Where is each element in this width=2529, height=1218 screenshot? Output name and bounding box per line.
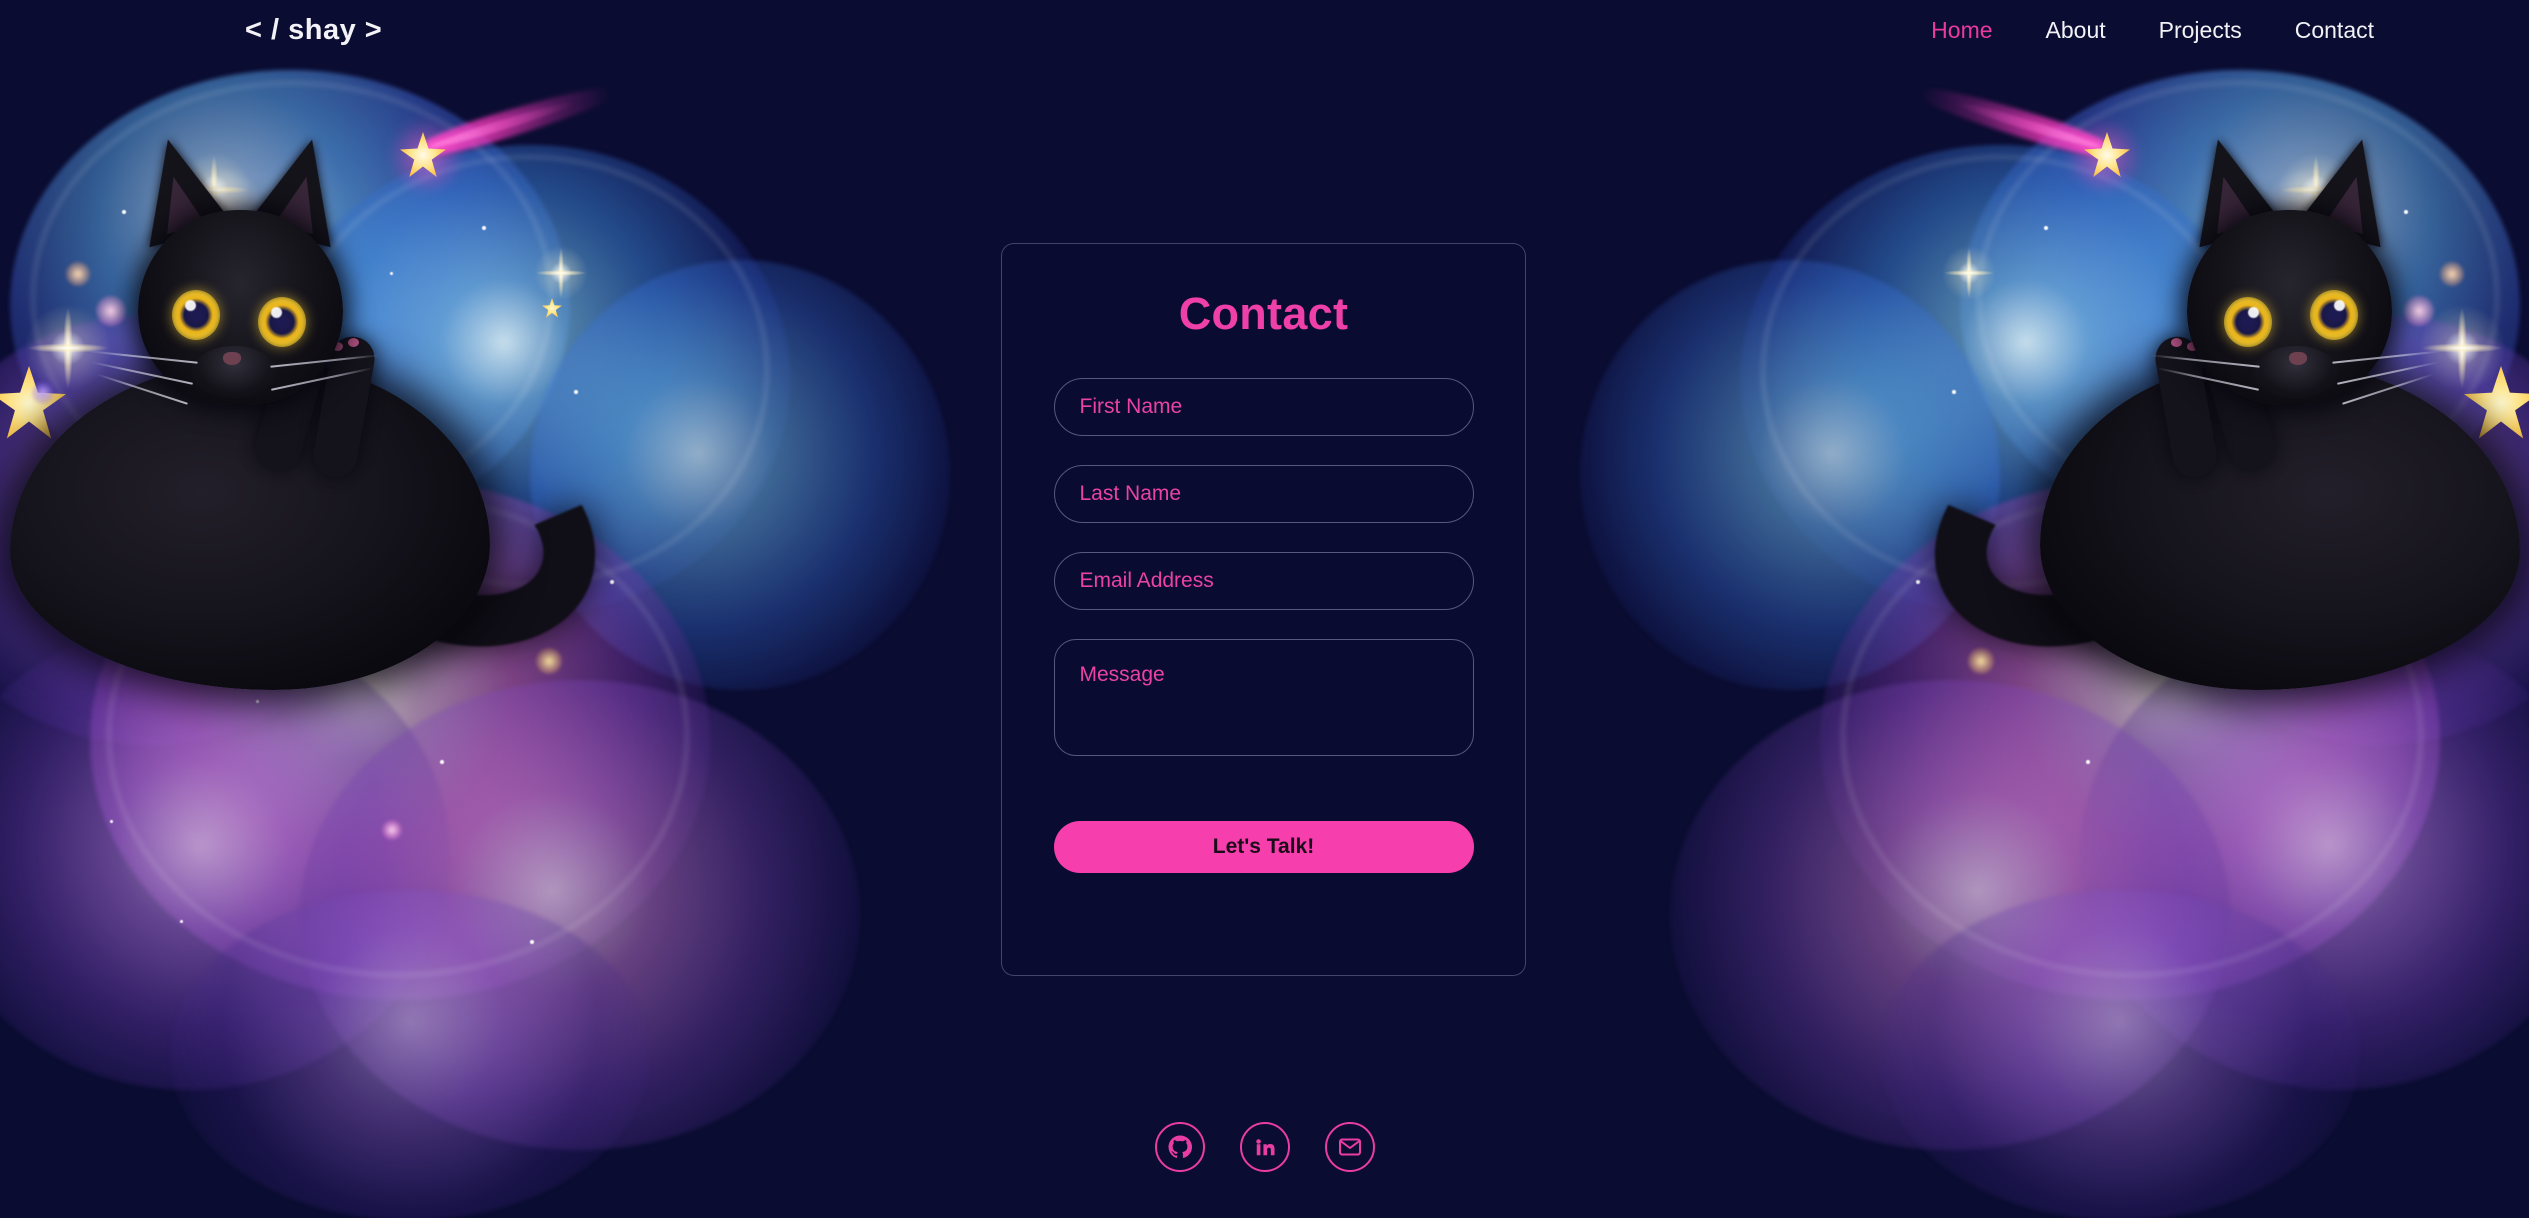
email-icon — [1338, 1135, 1362, 1159]
contact-page: < / shay > Home About Projects Contact C… — [0, 0, 2529, 1218]
nav-link-about[interactable]: About — [2046, 17, 2106, 44]
sparkle-star — [12, 292, 124, 404]
last-name-input[interactable] — [1053, 465, 1474, 523]
star-glyph — [2360, 540, 2382, 562]
cat-illustration-left — [0, 60, 985, 1218]
site-logo[interactable]: < / shay > — [245, 14, 382, 47]
sparkle-star — [2268, 142, 2364, 238]
contact-form-title: Contact — [1178, 288, 1349, 339]
star-glyph — [2210, 582, 2240, 612]
social-link-github[interactable] — [1154, 1122, 1205, 1172]
main-navigation: Home About Projects Contact — [1931, 17, 2374, 44]
linkedin-icon — [1254, 1136, 1276, 1158]
lets-talk-submit-button[interactable]: Let's Talk! — [1053, 821, 1474, 873]
social-link-email[interactable] — [1324, 1122, 1375, 1172]
site-header: < / shay > Home About Projects Contact — [0, 0, 2529, 60]
first-name-input[interactable] — [1053, 378, 1474, 436]
cat-illustration-right — [1500, 60, 2529, 1218]
contact-form-panel: Contact Let's Talk! — [1001, 243, 1526, 976]
sparkle-star — [166, 142, 262, 238]
sparkle-star — [2406, 292, 2518, 404]
message-textarea[interactable] — [1053, 639, 1474, 756]
nav-link-contact[interactable]: Contact — [2295, 17, 2374, 44]
nav-link-home[interactable]: Home — [1931, 17, 1992, 44]
social-links-row — [0, 1122, 2529, 1172]
github-icon — [1168, 1135, 1192, 1159]
star-glyph — [2464, 366, 2529, 440]
sparkle-star — [1934, 238, 2004, 308]
star-glyph — [148, 540, 170, 562]
sparkle-star — [2150, 600, 2208, 658]
sparkle-star — [526, 238, 596, 308]
star-glyph — [542, 298, 562, 318]
contact-form-fields: Let's Talk! — [1053, 378, 1474, 873]
star-glyph — [290, 582, 320, 612]
nav-link-projects[interactable]: Projects — [2159, 17, 2242, 44]
sparkle-star — [322, 600, 380, 658]
star-glyph — [0, 366, 66, 439]
email-address-input[interactable] — [1053, 552, 1474, 610]
social-link-linkedin[interactable] — [1239, 1122, 1290, 1172]
